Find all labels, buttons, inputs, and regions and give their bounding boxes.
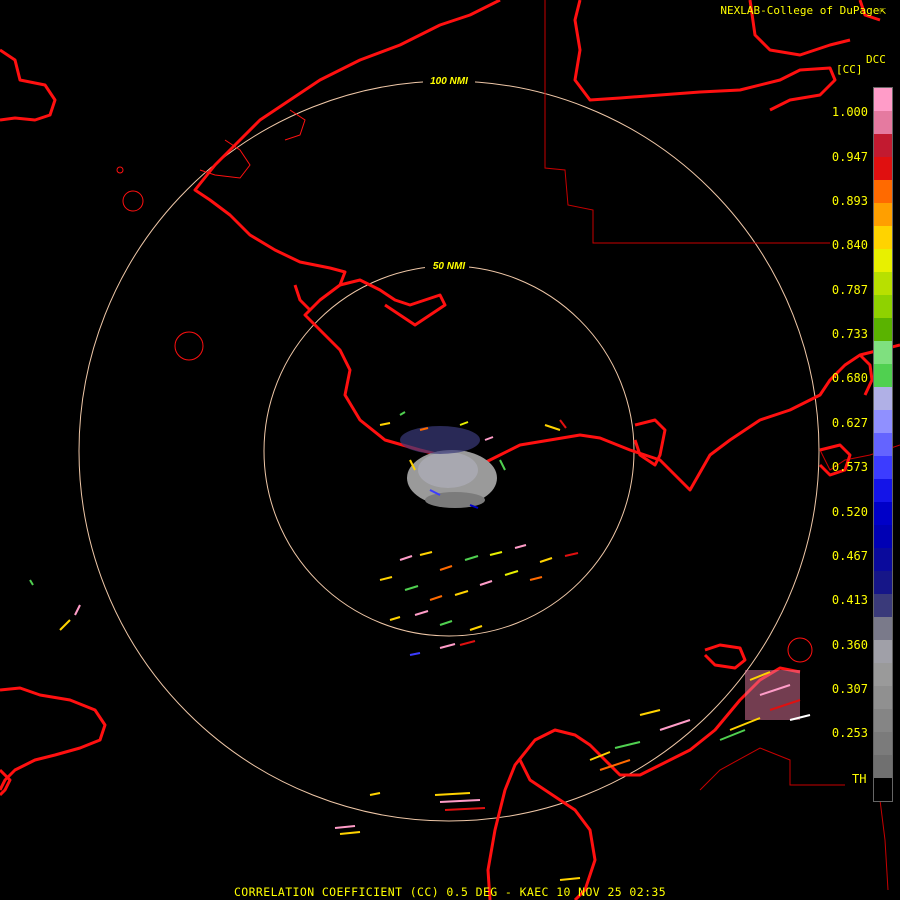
ring-label-100: 100 NMI bbox=[430, 76, 468, 87]
legend-color-swatch bbox=[874, 525, 892, 548]
credit-label: NEXLAB-College of DuPage⇱ bbox=[720, 4, 886, 17]
legend-color-swatch bbox=[874, 617, 892, 640]
legend-tick-label: 0.573 bbox=[831, 460, 868, 474]
legend-color-swatch bbox=[874, 88, 892, 111]
legend-tick-label: 0.893 bbox=[831, 194, 868, 208]
legend-color-swatch bbox=[874, 272, 892, 295]
legend-product-code: DCC bbox=[866, 53, 886, 66]
legend-tick-label: 1.000 bbox=[831, 105, 868, 119]
legend-color-swatch bbox=[874, 341, 892, 364]
legend-color-swatch bbox=[874, 456, 892, 479]
legend-tick-label: 0.520 bbox=[831, 505, 868, 519]
legend-color-swatch bbox=[874, 203, 892, 226]
legend-tick-label: 0.787 bbox=[831, 283, 868, 297]
legend-threshold-label: TH bbox=[852, 772, 867, 786]
legend-color-swatch bbox=[874, 755, 892, 778]
radar-map: 50 NMI 100 NMI bbox=[0, 0, 900, 900]
legend-tick-label: 0.360 bbox=[831, 638, 868, 652]
radar-echo-south-band bbox=[379, 544, 579, 656]
legend-color-swatch bbox=[874, 134, 892, 157]
ring-label-50: 50 NMI bbox=[433, 261, 465, 272]
legend-color-swatch bbox=[874, 157, 892, 180]
legend-tick-label: 0.680 bbox=[831, 371, 868, 385]
legend-color-swatch bbox=[874, 732, 892, 755]
legend-color-swatch bbox=[874, 433, 892, 456]
credit-mark-icon: ⇱ bbox=[879, 4, 886, 17]
legend-tick-label: 0.253 bbox=[831, 726, 868, 740]
legend-tick-label: 0.840 bbox=[831, 238, 868, 252]
legend-color-swatch bbox=[874, 571, 892, 594]
legend-color-swatch bbox=[874, 226, 892, 249]
credit-text: NEXLAB-College of DuPage bbox=[720, 4, 880, 17]
legend-tick-label: 0.413 bbox=[831, 593, 868, 607]
legend-color-swatch bbox=[874, 249, 892, 272]
legend-color-swatch bbox=[874, 295, 892, 318]
legend-tick-label: 0.627 bbox=[831, 416, 868, 430]
legend-color-swatch bbox=[874, 111, 892, 134]
legend-color-swatch bbox=[874, 709, 892, 732]
legend-color-swatch bbox=[874, 387, 892, 410]
legend-color-swatch bbox=[874, 686, 892, 709]
product-caption: CORRELATION COEFFICIENT (CC) 0.5 DEG - K… bbox=[233, 885, 667, 899]
legend-color-swatch bbox=[874, 663, 892, 686]
legend-color-bar bbox=[873, 87, 893, 802]
legend-tick-label: 0.947 bbox=[831, 150, 868, 164]
radar-echo-southwest bbox=[29, 579, 581, 881]
legend-color-swatch bbox=[874, 778, 892, 801]
legend-color-swatch bbox=[874, 479, 892, 502]
legend-color-swatch bbox=[874, 180, 892, 203]
legend-color-swatch bbox=[874, 594, 892, 617]
legend-color-swatch bbox=[874, 410, 892, 433]
legend-color-swatch bbox=[874, 502, 892, 525]
legend-tick-label: 0.467 bbox=[831, 549, 868, 563]
legend-tick-label: 0.733 bbox=[831, 327, 868, 341]
legend-unit: [CC] bbox=[836, 63, 863, 76]
legend-tick-label: 0.307 bbox=[831, 682, 868, 696]
legend-color-swatch bbox=[874, 640, 892, 663]
legend-color-swatch bbox=[874, 548, 892, 571]
legend-color-swatch bbox=[874, 318, 892, 341]
legend-color-swatch bbox=[874, 364, 892, 387]
